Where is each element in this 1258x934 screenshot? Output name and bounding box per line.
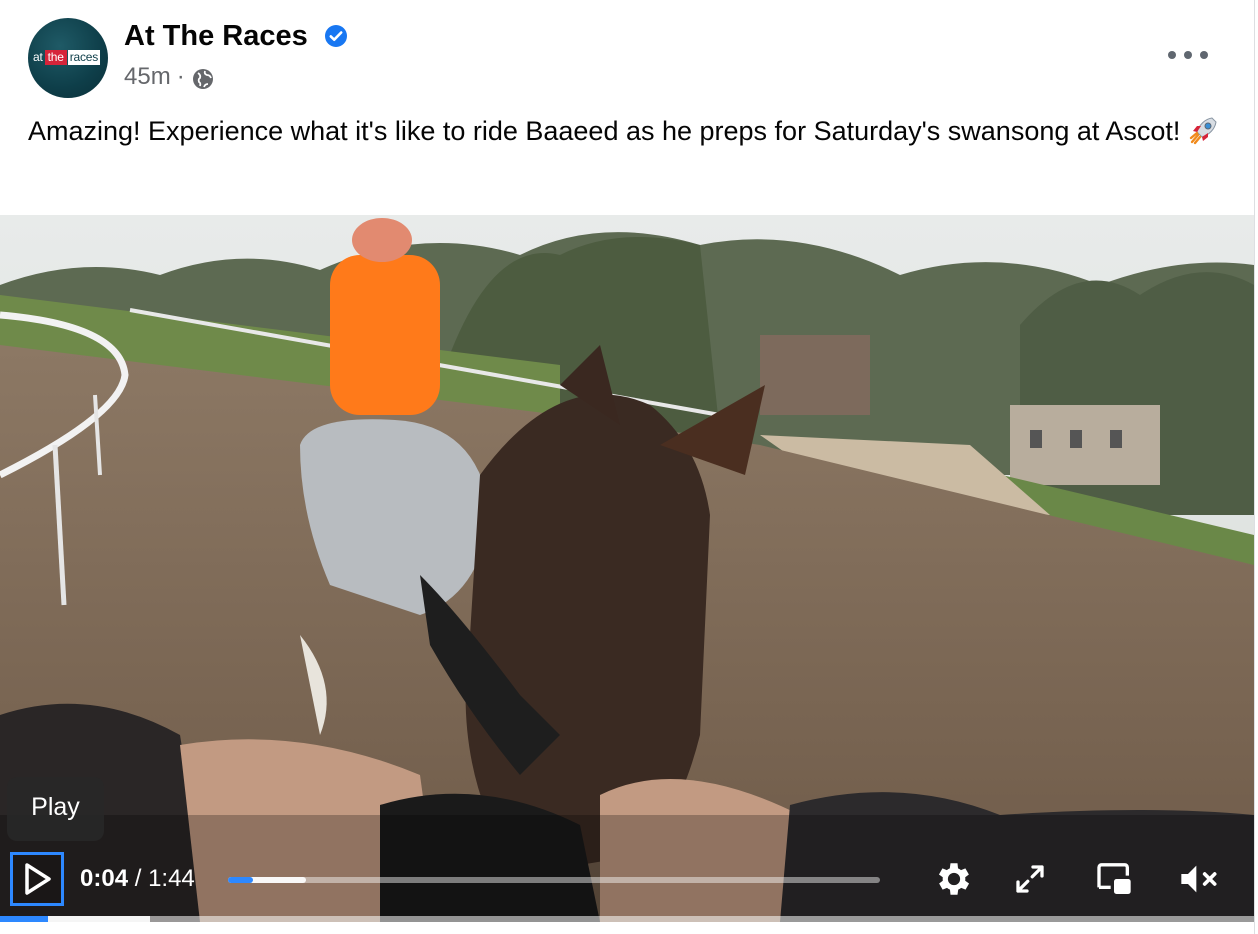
post-caption: Amazing! Experience what it's like to ri…	[28, 112, 1228, 150]
more-dot-icon	[1200, 51, 1208, 59]
play-button[interactable]	[10, 852, 64, 906]
rocket-emoji-icon	[1189, 117, 1217, 145]
page-name-link[interactable]: At The Races	[124, 20, 308, 53]
tooltip-label: Play	[31, 793, 80, 821]
current-time: 0:04	[80, 865, 129, 892]
picture-in-picture-button[interactable]	[1092, 857, 1136, 901]
more-options-button[interactable]	[1168, 48, 1208, 62]
bottom-progress-played	[0, 916, 48, 922]
globe-icon	[192, 68, 213, 89]
page-avatar[interactable]: at the races	[28, 18, 108, 98]
video-time: 0:04 / 1:44	[80, 865, 195, 893]
caption-text: Amazing! Experience what it's like to ri…	[28, 116, 1181, 146]
facebook-post: at the races At The Races 45m · Amazing! E…	[0, 0, 1255, 934]
fullscreen-button[interactable]	[1008, 857, 1052, 901]
duration: 1:44	[148, 865, 195, 892]
video-player[interactable]: Play 0:04 / 1:44	[0, 215, 1254, 922]
more-dot-icon	[1168, 51, 1176, 59]
play-icon	[25, 863, 51, 895]
post-header: at the races At The Races 45m ·	[28, 18, 1228, 98]
scrubber-bar[interactable]	[228, 877, 880, 883]
mute-button[interactable]	[1176, 857, 1220, 901]
play-tooltip: Play	[7, 777, 104, 841]
picture-in-picture-icon	[1097, 863, 1131, 894]
meta-separator: ·	[176, 63, 185, 90]
at-the-races-logo: at the races	[33, 49, 101, 65]
gear-icon	[938, 863, 970, 895]
post-timestamp[interactable]: 45m	[124, 63, 171, 91]
bottom-progress-bar	[0, 916, 1254, 922]
muted-speaker-icon	[1181, 865, 1217, 893]
post-meta: 45m ·	[124, 63, 215, 91]
settings-button[interactable]	[932, 857, 976, 901]
time-separator: /	[134, 865, 142, 892]
verified-badge-icon	[325, 25, 347, 47]
more-dot-icon	[1184, 51, 1192, 59]
video-frame	[0, 215, 1254, 922]
scrubber-played	[228, 877, 253, 883]
fullscreen-icon	[1016, 865, 1044, 893]
